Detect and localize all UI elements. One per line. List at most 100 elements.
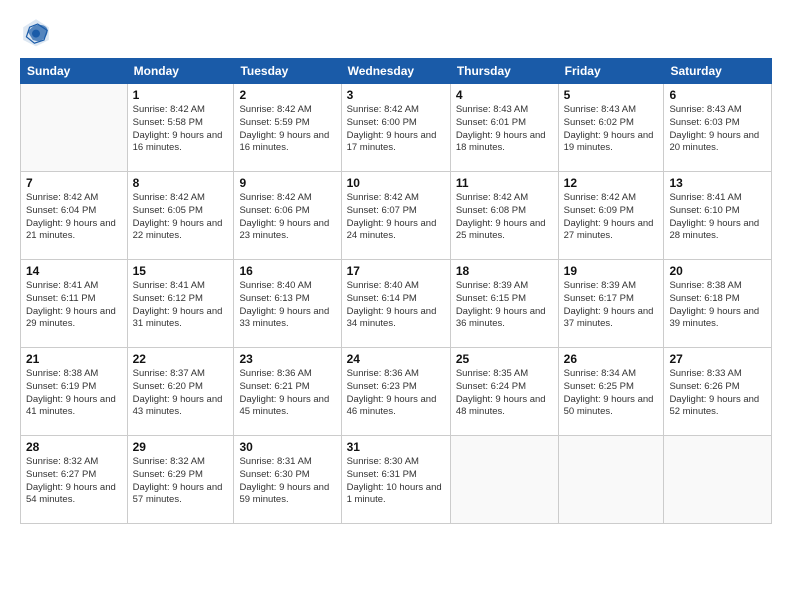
calendar-cell: 31 Sunrise: 8:30 AMSunset: 6:31 PMDayligh… [341,436,450,524]
calendar-week-row-1: 1 Sunrise: 8:42 AMSunset: 5:58 PMDaylight… [21,84,772,172]
day-number: 8 [133,176,229,190]
day-number: 29 [133,440,229,454]
day-number: 16 [239,264,335,278]
day-info: Sunrise: 8:43 AMSunset: 6:01 PMDaylight:… [456,104,553,155]
calendar-cell: 17Sunrise: 8:40 AMSunset: 6:14 PMDayligh… [341,260,450,348]
calendar-cell: 30 Sunrise: 8:31 AMSunset: 6:30 PMDayligh… [234,436,341,524]
calendar-cell: 9 Sunrise: 8:42 AMSunset: 6:06 PMDaylight… [234,172,341,260]
day-info: Sunrise: 8:32 AMSunset: 6:29 PMDaylight:… [133,456,229,507]
calendar-cell: 13 Sunrise: 8:41 AMSunset: 6:10 PMDayligh… [664,172,772,260]
day-info: Sunrise: 8:36 AMSunset: 6:23 PMDaylight:… [347,368,445,419]
day-info: Sunrise: 8:34 AMSunset: 6:25 PMDaylight:… [564,368,659,419]
day-info: Sunrise: 8:40 AMSunset: 6:14 PMDaylight:… [347,280,445,331]
day-number: 31 [347,440,445,454]
calendar-cell: 5 Sunrise: 8:43 AMSunset: 6:02 PMDaylight… [558,84,664,172]
day-info: Sunrise: 8:39 AMSunset: 6:17 PMDaylight:… [564,280,659,331]
day-number: 18 [456,264,553,278]
day-number: 21 [26,352,122,366]
weekday-header-monday: Monday [127,59,234,84]
calendar-cell: 25 Sunrise: 8:35 AMSunset: 6:24 PMDayligh… [450,348,558,436]
day-info: Sunrise: 8:43 AMSunset: 6:03 PMDaylight:… [669,104,766,155]
day-number: 4 [456,88,553,102]
calendar-cell: 14Sunrise: 8:41 AMSunset: 6:11 PMDayligh… [21,260,128,348]
day-number: 26 [564,352,659,366]
calendar-cell [664,436,772,524]
logo [20,16,56,48]
calendar-cell: 20 Sunrise: 8:38 AMSunset: 6:18 PMDayligh… [664,260,772,348]
day-number: 23 [239,352,335,366]
day-info: Sunrise: 8:42 AMSunset: 6:08 PMDaylight:… [456,192,553,243]
logo-icon [20,16,52,48]
day-info: Sunrise: 8:38 AMSunset: 6:18 PMDaylight:… [669,280,766,331]
weekday-header-wednesday: Wednesday [341,59,450,84]
day-info: Sunrise: 8:35 AMSunset: 6:24 PMDaylight:… [456,368,553,419]
day-info: Sunrise: 8:33 AMSunset: 6:26 PMDaylight:… [669,368,766,419]
day-number: 2 [239,88,335,102]
calendar-cell: 15 Sunrise: 8:41 AMSunset: 6:12 PMDayligh… [127,260,234,348]
day-number: 13 [669,176,766,190]
calendar-cell: 7 Sunrise: 8:42 AMSunset: 6:04 PMDaylight… [21,172,128,260]
day-info: Sunrise: 8:42 AMSunset: 5:59 PMDaylight:… [239,104,335,155]
day-number: 1 [133,88,229,102]
day-number: 22 [133,352,229,366]
calendar-cell: 3Sunrise: 8:42 AMSunset: 6:00 PMDaylight… [341,84,450,172]
day-info: Sunrise: 8:36 AMSunset: 6:21 PMDaylight:… [239,368,335,419]
day-info: Sunrise: 8:40 AMSunset: 6:13 PMDaylight:… [239,280,335,331]
day-number: 10 [347,176,445,190]
calendar-cell: 2 Sunrise: 8:42 AMSunset: 5:59 PMDaylight… [234,84,341,172]
calendar-cell: 22 Sunrise: 8:37 AMSunset: 6:20 PMDayligh… [127,348,234,436]
day-info: Sunrise: 8:42 AMSunset: 5:58 PMDaylight:… [133,104,229,155]
calendar-cell: 24Sunrise: 8:36 AMSunset: 6:23 PMDayligh… [341,348,450,436]
calendar-cell: 18 Sunrise: 8:39 AMSunset: 6:15 PMDayligh… [450,260,558,348]
calendar-cell: 11 Sunrise: 8:42 AMSunset: 6:08 PMDayligh… [450,172,558,260]
day-info: Sunrise: 8:39 AMSunset: 6:15 PMDaylight:… [456,280,553,331]
day-info: Sunrise: 8:42 AMSunset: 6:06 PMDaylight:… [239,192,335,243]
day-number: 11 [456,176,553,190]
header [20,16,772,48]
weekday-header-friday: Friday [558,59,664,84]
day-info: Sunrise: 8:30 AMSunset: 6:31 PMDaylight:… [347,456,445,507]
calendar-cell: 27 Sunrise: 8:33 AMSunset: 6:26 PMDayligh… [664,348,772,436]
calendar-cell: 23 Sunrise: 8:36 AMSunset: 6:21 PMDayligh… [234,348,341,436]
day-info: Sunrise: 8:42 AMSunset: 6:05 PMDaylight:… [133,192,229,243]
weekday-header-saturday: Saturday [664,59,772,84]
calendar-cell: 26 Sunrise: 8:34 AMSunset: 6:25 PMDayligh… [558,348,664,436]
day-info: Sunrise: 8:41 AMSunset: 6:11 PMDaylight:… [26,280,122,331]
calendar-cell: 16 Sunrise: 8:40 AMSunset: 6:13 PMDayligh… [234,260,341,348]
day-info: Sunrise: 8:42 AMSunset: 6:00 PMDaylight:… [347,104,445,155]
weekday-header-row: SundayMondayTuesdayWednesdayThursdayFrid… [21,59,772,84]
day-number: 19 [564,264,659,278]
calendar-cell [558,436,664,524]
calendar-cell: 4 Sunrise: 8:43 AMSunset: 6:01 PMDaylight… [450,84,558,172]
calendar-cell [450,436,558,524]
day-number: 15 [133,264,229,278]
day-number: 6 [669,88,766,102]
calendar-cell: 6 Sunrise: 8:43 AMSunset: 6:03 PMDaylight… [664,84,772,172]
day-number: 9 [239,176,335,190]
day-info: Sunrise: 8:41 AMSunset: 6:12 PMDaylight:… [133,280,229,331]
weekday-header-thursday: Thursday [450,59,558,84]
calendar-week-row-3: 14Sunrise: 8:41 AMSunset: 6:11 PMDayligh… [21,260,772,348]
calendar-cell: 10Sunrise: 8:42 AMSunset: 6:07 PMDayligh… [341,172,450,260]
day-info: Sunrise: 8:38 AMSunset: 6:19 PMDaylight:… [26,368,122,419]
day-number: 20 [669,264,766,278]
day-info: Sunrise: 8:37 AMSunset: 6:20 PMDaylight:… [133,368,229,419]
calendar-cell: 12Sunrise: 8:42 AMSunset: 6:09 PMDayligh… [558,172,664,260]
day-number: 25 [456,352,553,366]
day-number: 5 [564,88,659,102]
page: SundayMondayTuesdayWednesdayThursdayFrid… [0,0,792,612]
calendar-cell: 29 Sunrise: 8:32 AMSunset: 6:29 PMDayligh… [127,436,234,524]
weekday-header-tuesday: Tuesday [234,59,341,84]
calendar-cell: 8 Sunrise: 8:42 AMSunset: 6:05 PMDaylight… [127,172,234,260]
calendar-week-row-2: 7 Sunrise: 8:42 AMSunset: 6:04 PMDaylight… [21,172,772,260]
day-number: 12 [564,176,659,190]
calendar-cell [21,84,128,172]
day-info: Sunrise: 8:31 AMSunset: 6:30 PMDaylight:… [239,456,335,507]
day-number: 7 [26,176,122,190]
day-number: 28 [26,440,122,454]
day-number: 27 [669,352,766,366]
day-info: Sunrise: 8:41 AMSunset: 6:10 PMDaylight:… [669,192,766,243]
day-number: 30 [239,440,335,454]
day-info: Sunrise: 8:42 AMSunset: 6:04 PMDaylight:… [26,192,122,243]
day-info: Sunrise: 8:43 AMSunset: 6:02 PMDaylight:… [564,104,659,155]
